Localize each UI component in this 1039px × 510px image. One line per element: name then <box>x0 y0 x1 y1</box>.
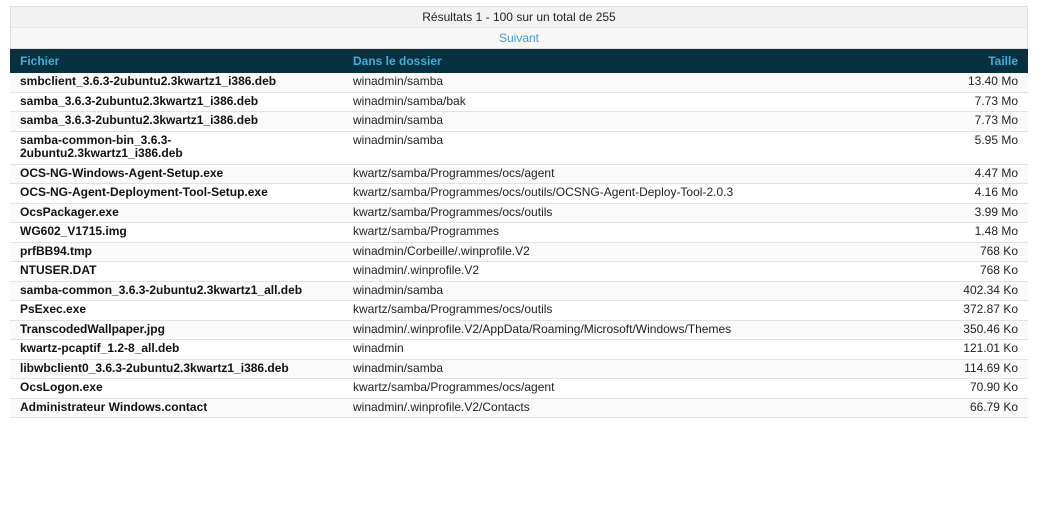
file-size-cell: 121.01 Ko <box>924 339 1028 360</box>
file-size-cell: 13.40 Mo <box>924 73 1028 93</box>
table-row[interactable]: OcsLogon.exe kwartz/samba/Programmes/ocs/… <box>10 378 1028 399</box>
column-header-folder[interactable]: Dans le dossier <box>343 49 924 73</box>
file-name-cell: OcsPackager.exe <box>10 203 343 223</box>
file-size-cell: 1.48 Mo <box>924 222 1028 243</box>
file-size-cell: 7.73 Mo <box>924 111 1028 132</box>
table-row[interactable]: TranscodedWallpaper.jpg winadmin/.winprof… <box>10 320 1028 340</box>
table-row[interactable]: OCS-NG-Agent-Deployment-Tool-Setup.exe kw… <box>10 183 1028 204</box>
table-row[interactable]: samba-common-bin_3.6.3-2ubuntu2.3kwartz1… <box>10 131 1028 165</box>
file-name-cell: samba_3.6.3-2ubuntu2.3kwartz1_i386.deb <box>10 92 343 112</box>
folder-path-cell: winadmin/samba <box>343 131 924 165</box>
folder-path-cell: winadmin/samba <box>343 359 924 379</box>
file-name-cell: TranscodedWallpaper.jpg <box>10 320 343 340</box>
table-row[interactable]: OcsPackager.exe kwartz/samba/Programmes/o… <box>10 203 1028 223</box>
folder-path-cell: kwartz/samba/Programmes <box>343 222 924 243</box>
next-page-link[interactable]: Suivant <box>499 31 539 45</box>
table-row[interactable]: kwartz-pcaptif_1.2-8_all.deb winadmin 121.… <box>10 339 1028 360</box>
folder-path-cell: winadmin/samba/bak <box>343 92 924 112</box>
file-name-cell: PsExec.exe <box>10 300 343 321</box>
file-size-cell: 768 Ko <box>924 242 1028 262</box>
file-size-cell: 402.34 Ko <box>924 281 1028 301</box>
file-size-cell: 70.90 Ko <box>924 378 1028 399</box>
table-header-row: Fichier Dans le dossier Taille <box>10 49 1028 73</box>
file-name-cell: samba-common_3.6.3-2ubuntu2.3kwartz1_all… <box>10 281 343 301</box>
file-size-cell: 5.95 Mo <box>924 131 1028 165</box>
table-row[interactable]: OCS-NG-Windows-Agent-Setup.exe kwartz/sam… <box>10 164 1028 184</box>
folder-path-cell: winadmin/.winprofile.V2/AppData/Roaming/… <box>343 320 924 340</box>
table-row[interactable]: PsExec.exe kwartz/samba/Programmes/ocs/ou… <box>10 300 1028 321</box>
folder-path-cell: kwartz/samba/Programmes/ocs/outils <box>343 203 924 223</box>
column-header-size[interactable]: Taille <box>924 49 1028 73</box>
folder-path-cell: winadmin <box>343 339 924 360</box>
results-panel: Résultats 1 - 100 sur un total de 255 Su… <box>10 6 1028 418</box>
pager: Suivant <box>10 27 1028 49</box>
table-row[interactable]: Administrateur Windows.contact winadmin/.… <box>10 398 1028 418</box>
file-size-cell: 350.46 Ko <box>924 320 1028 340</box>
file-size-cell: 7.73 Mo <box>924 92 1028 112</box>
file-name-cell: samba_3.6.3-2ubuntu2.3kwartz1_i386.deb <box>10 111 343 132</box>
table-row[interactable]: NTUSER.DAT winadmin/.winprofile.V2 768 Ko <box>10 261 1028 282</box>
table-row[interactable]: WG602_V1715.img kwartz/samba/Programmes 1.… <box>10 222 1028 243</box>
table-row[interactable]: samba-common_3.6.3-2ubuntu2.3kwartz1_all… <box>10 281 1028 301</box>
folder-path-cell: winadmin/samba <box>343 73 924 93</box>
file-name-cell: WG602_V1715.img <box>10 222 343 243</box>
file-name-cell: OCS-NG-Windows-Agent-Setup.exe <box>10 164 343 184</box>
results-summary: Résultats 1 - 100 sur un total de 255 <box>10 6 1028 27</box>
file-size-cell: 372.87 Ko <box>924 300 1028 321</box>
table-row[interactable]: smbclient_3.6.3-2ubuntu2.3kwartz1_i386.d… <box>10 73 1028 93</box>
file-name-cell: libwbclient0_3.6.3-2ubuntu2.3kwartz1_i38… <box>10 359 343 379</box>
file-size-cell: 66.79 Ko <box>924 398 1028 418</box>
file-size-cell: 768 Ko <box>924 261 1028 282</box>
file-size-cell: 4.16 Mo <box>924 183 1028 204</box>
table-row[interactable]: samba_3.6.3-2ubuntu2.3kwartz1_i386.deb wi… <box>10 92 1028 112</box>
folder-path-cell: winadmin/Corbeille/.winprofile.V2 <box>343 242 924 262</box>
file-name-cell: Administrateur Windows.contact <box>10 398 343 418</box>
file-name-cell: prfBB94.tmp <box>10 242 343 262</box>
folder-path-cell: winadmin/.winprofile.V2 <box>343 261 924 282</box>
file-name-cell: samba-common-bin_3.6.3-2ubuntu2.3kwartz1… <box>10 131 343 165</box>
file-name-cell: OcsLogon.exe <box>10 378 343 399</box>
table-row[interactable]: libwbclient0_3.6.3-2ubuntu2.3kwartz1_i38… <box>10 359 1028 379</box>
table-row[interactable]: samba_3.6.3-2ubuntu2.3kwartz1_i386.deb wi… <box>10 111 1028 132</box>
table-row[interactable]: prfBB94.tmp winadmin/Corbeille/.winprofil… <box>10 242 1028 262</box>
folder-path-cell: kwartz/samba/Programmes/ocs/agent <box>343 378 924 399</box>
file-size-cell: 114.69 Ko <box>924 359 1028 379</box>
folder-path-cell: winadmin/samba <box>343 111 924 132</box>
file-name-cell: NTUSER.DAT <box>10 261 343 282</box>
file-name-cell: OCS-NG-Agent-Deployment-Tool-Setup.exe <box>10 183 343 204</box>
results-table: Fichier Dans le dossier Taille smbclient… <box>10 49 1028 418</box>
file-size-cell: 4.47 Mo <box>924 164 1028 184</box>
folder-path-cell: kwartz/samba/Programmes/ocs/outils/OCSNG… <box>343 183 924 204</box>
folder-path-cell: winadmin/.winprofile.V2/Contacts <box>343 398 924 418</box>
folder-path-cell: winadmin/samba <box>343 281 924 301</box>
folder-path-cell: kwartz/samba/Programmes/ocs/agent <box>343 164 924 184</box>
file-size-cell: 3.99 Mo <box>924 203 1028 223</box>
folder-path-cell: kwartz/samba/Programmes/ocs/outils <box>343 300 924 321</box>
file-name-cell: smbclient_3.6.3-2ubuntu2.3kwartz1_i386.d… <box>10 73 343 93</box>
file-name-cell: kwartz-pcaptif_1.2-8_all.deb <box>10 339 343 360</box>
column-header-file[interactable]: Fichier <box>10 49 343 73</box>
